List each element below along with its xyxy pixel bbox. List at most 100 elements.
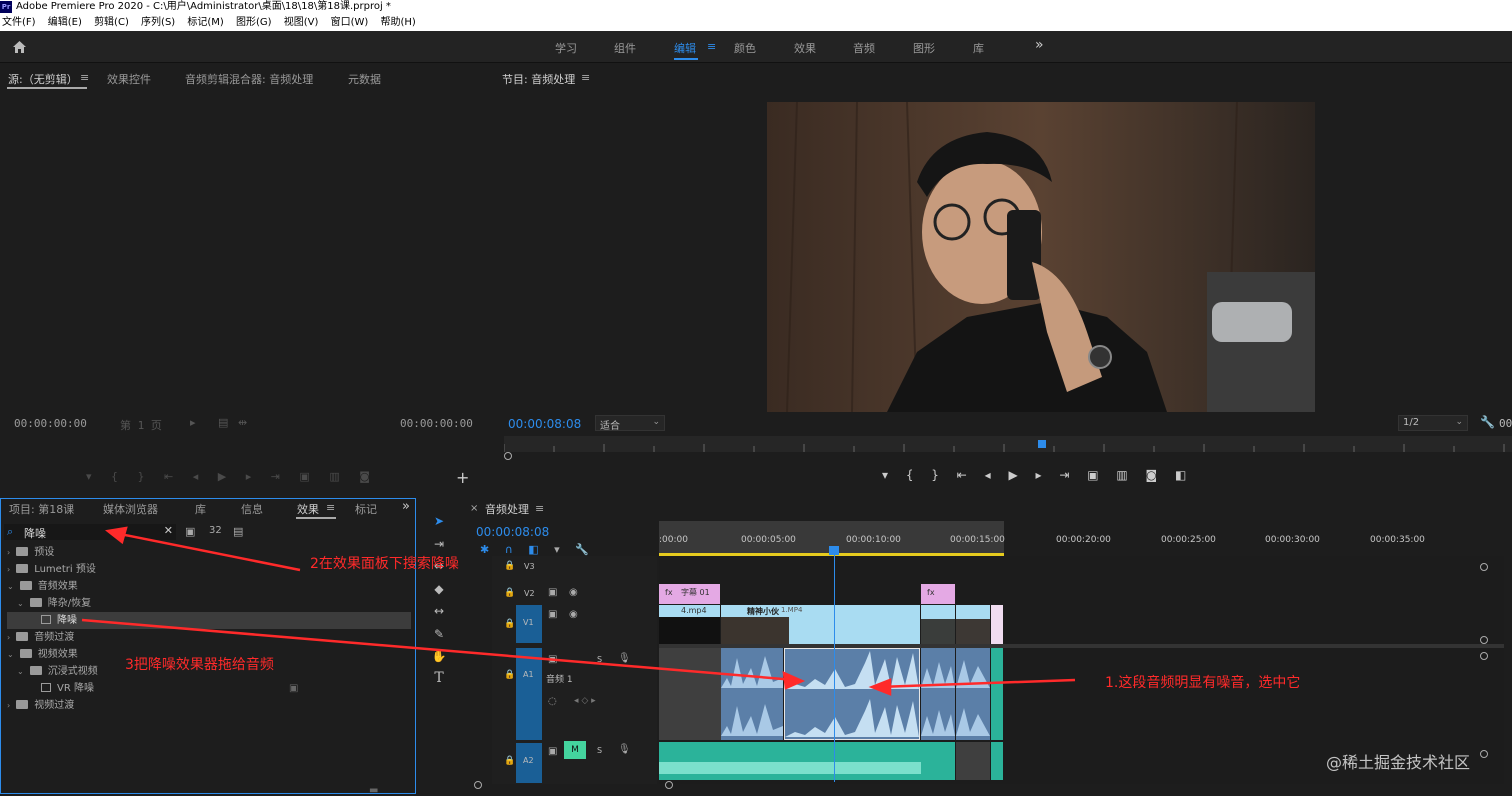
program-playhead[interactable] bbox=[1038, 440, 1046, 448]
clip-a1-3[interactable] bbox=[921, 648, 955, 740]
clip-a1-5[interactable] bbox=[991, 648, 1003, 740]
menu-markers[interactable]: 标记(M) bbox=[187, 17, 223, 28]
clip-v1-c[interactable] bbox=[921, 605, 955, 644]
vertical-scroll-handle-top[interactable] bbox=[1480, 563, 1488, 571]
tab-markers[interactable]: 标记 bbox=[355, 501, 377, 517]
program-transport-controls[interactable]: ▾ { } ⇤ ◂ ▶ ▸ ⇥ ▣ ▥ ◙ ◧ bbox=[882, 468, 1242, 486]
close-sequence-icon[interactable]: × bbox=[470, 503, 478, 514]
clip-a2-3[interactable] bbox=[991, 742, 1003, 780]
workspace-effects[interactable]: 效果 bbox=[794, 40, 816, 56]
program-time-ruler[interactable] bbox=[504, 436, 1512, 452]
clip-a1-1[interactable] bbox=[721, 648, 783, 740]
slip-tool-icon[interactable]: ↔ bbox=[430, 602, 448, 620]
workspace-learning[interactable]: 学习 bbox=[555, 40, 577, 56]
clip-a1-4[interactable] bbox=[956, 648, 990, 740]
a2-gap[interactable] bbox=[956, 742, 990, 780]
tab-source-menu-icon[interactable]: ≡ bbox=[80, 71, 89, 84]
track-target-v1[interactable]: V1 bbox=[516, 605, 542, 643]
vertical-scroll-handle-a[interactable] bbox=[1480, 652, 1488, 660]
effects-menu-icon[interactable]: ≡ bbox=[326, 501, 335, 514]
source-transport-controls[interactable]: ▾ { } ⇤ ◂ ▶ ▸ ⇥ ▣ ▥ ◙ bbox=[86, 470, 416, 484]
hand-tool-icon[interactable]: ✋ bbox=[430, 647, 448, 665]
tree-item-denoise-effect[interactable]: 降噪 bbox=[7, 612, 411, 629]
chevron-right-icon[interactable]: › bbox=[7, 633, 10, 642]
source-settings-icon[interactable]: ▤ bbox=[218, 416, 228, 429]
clip-title-2[interactable]: fx bbox=[921, 584, 955, 604]
a1-solo-button[interactable]: S bbox=[597, 655, 602, 664]
clip-v1-e[interactable] bbox=[991, 605, 1003, 644]
workspace-libraries[interactable]: 库 bbox=[973, 40, 984, 56]
lock-icon[interactable]: 🔒 bbox=[504, 670, 515, 680]
track-target-a2[interactable]: A2 bbox=[516, 743, 542, 783]
tab-effect-controls[interactable]: 效果控件 bbox=[107, 71, 151, 87]
program-panel-title[interactable]: 节目: 音频处理 bbox=[502, 71, 575, 87]
eye-icon[interactable]: ◉ bbox=[569, 609, 578, 620]
new-folder-icon[interactable]: ▬ bbox=[369, 785, 378, 796]
workspace-editing[interactable]: 编辑 bbox=[674, 40, 696, 56]
chevron-down-icon[interactable]: ⌄ bbox=[17, 599, 24, 608]
vertical-scroll-handle-bottom[interactable] bbox=[1480, 750, 1488, 758]
sync-lock-icon[interactable]: ▣ bbox=[548, 609, 557, 620]
chevron-right-icon[interactable]: › bbox=[7, 565, 10, 574]
lock-icon[interactable]: 🔒 bbox=[504, 756, 515, 766]
menu-help[interactable]: 帮助(H) bbox=[381, 17, 416, 28]
wrench-icon[interactable]: 🔧 bbox=[1480, 415, 1495, 429]
effects-search-input[interactable]: ⌕ 降噪 ✕ bbox=[4, 524, 176, 540]
tree-item-video-transitions[interactable]: › 视频过渡 bbox=[7, 697, 411, 714]
eye-icon[interactable]: ◉ bbox=[569, 587, 578, 598]
source-page-select[interactable]: 第 1 页 bbox=[120, 417, 162, 433]
a1-empty-gap[interactable] bbox=[659, 648, 721, 740]
tree-item-noise-reduction-folder[interactable]: ⌄ 降杂/恢复 bbox=[7, 595, 411, 612]
chevron-right-icon[interactable]: › bbox=[7, 701, 10, 710]
workspace-audio[interactable]: 音频 bbox=[853, 40, 875, 56]
menu-sequence[interactable]: 序列(S) bbox=[141, 17, 175, 28]
timeline-settings-icon[interactable]: 🔧 bbox=[575, 543, 589, 556]
chevron-down-icon[interactable]: ⌄ bbox=[17, 667, 24, 676]
tree-item-vr-denoise[interactable]: VR 降噪 ▣ bbox=[7, 680, 411, 697]
program-video-frame[interactable] bbox=[767, 102, 1315, 412]
timeline-playhead-line[interactable] bbox=[834, 546, 835, 782]
workspace-overflow-button[interactable]: » bbox=[1035, 37, 1044, 53]
add-marker-icon[interactable]: ▾ bbox=[554, 543, 560, 556]
timeline-menu-icon[interactable]: ≡ bbox=[535, 502, 544, 515]
a2-mute-button[interactable]: M bbox=[564, 741, 586, 759]
clip-title[interactable]: fx 字幕 01 bbox=[659, 584, 720, 604]
tab-libraries[interactable]: 库 bbox=[195, 501, 206, 517]
clip-v1-d[interactable] bbox=[956, 605, 990, 644]
vertical-scroll-handle-v[interactable] bbox=[1480, 636, 1488, 644]
timeline-sequence-tab[interactable]: 音频处理 bbox=[485, 501, 529, 517]
workspace-assembly[interactable]: 组件 bbox=[614, 40, 636, 56]
razor-tool-icon[interactable]: ◆ bbox=[430, 580, 448, 598]
program-resolution-select[interactable]: 1/2 ⌄ bbox=[1398, 415, 1468, 431]
timeline-zoom-handle-right[interactable] bbox=[665, 781, 673, 789]
program-timecode[interactable]: 00:00:08:08 bbox=[508, 417, 581, 431]
sync-lock-icon[interactable]: ▣ bbox=[548, 654, 557, 665]
tab-media-browser[interactable]: 媒体浏览器 bbox=[103, 501, 158, 517]
track-target-a1[interactable]: A1 bbox=[516, 648, 542, 740]
lock-icon[interactable]: 🔒 bbox=[504, 561, 515, 571]
tab-audio-clip-mixer[interactable]: 音频剪辑混合器: 音频处理 bbox=[185, 71, 313, 87]
tab-effects[interactable]: 效果 bbox=[297, 501, 319, 517]
sync-lock-icon[interactable]: ▣ bbox=[548, 587, 557, 598]
program-menu-icon[interactable]: ≡ bbox=[581, 71, 590, 84]
menu-clip[interactable]: 剪辑(C) bbox=[94, 17, 129, 28]
32bit-effects-icon[interactable]: 32 bbox=[209, 525, 222, 536]
tab-metadata[interactable]: 元数据 bbox=[348, 71, 381, 87]
panel-overflow-icon[interactable]: » bbox=[402, 499, 410, 514]
chevron-right-icon[interactable]: › bbox=[7, 548, 10, 557]
track-select-tool-icon[interactable]: ⇥ bbox=[430, 535, 448, 553]
type-tool-icon[interactable]: T bbox=[430, 669, 448, 687]
keyframe-nav-icon[interactable]: ◂ ◇ ▸ bbox=[574, 696, 596, 706]
source-fit-icon[interactable]: ⇹ bbox=[238, 416, 247, 429]
menu-window[interactable]: 窗口(W) bbox=[331, 17, 369, 28]
timeline-playhead[interactable] bbox=[829, 546, 839, 555]
tab-source[interactable]: 源:（无剪辑） bbox=[8, 71, 78, 87]
menu-view[interactable]: 视图(V) bbox=[284, 17, 319, 28]
lock-icon[interactable]: 🔒 bbox=[504, 588, 515, 598]
source-timecode-right[interactable]: 00:00:00:00 bbox=[400, 417, 473, 430]
source-play-icon[interactable]: ▸ bbox=[190, 416, 196, 429]
workspace-graphics[interactable]: 图形 bbox=[913, 40, 935, 56]
yuv-effects-icon[interactable]: ▤ bbox=[233, 525, 243, 538]
clip-v1-4mp4[interactable]: 4.mp4 bbox=[659, 605, 720, 644]
chevron-down-icon[interactable]: ⌄ bbox=[7, 582, 14, 591]
